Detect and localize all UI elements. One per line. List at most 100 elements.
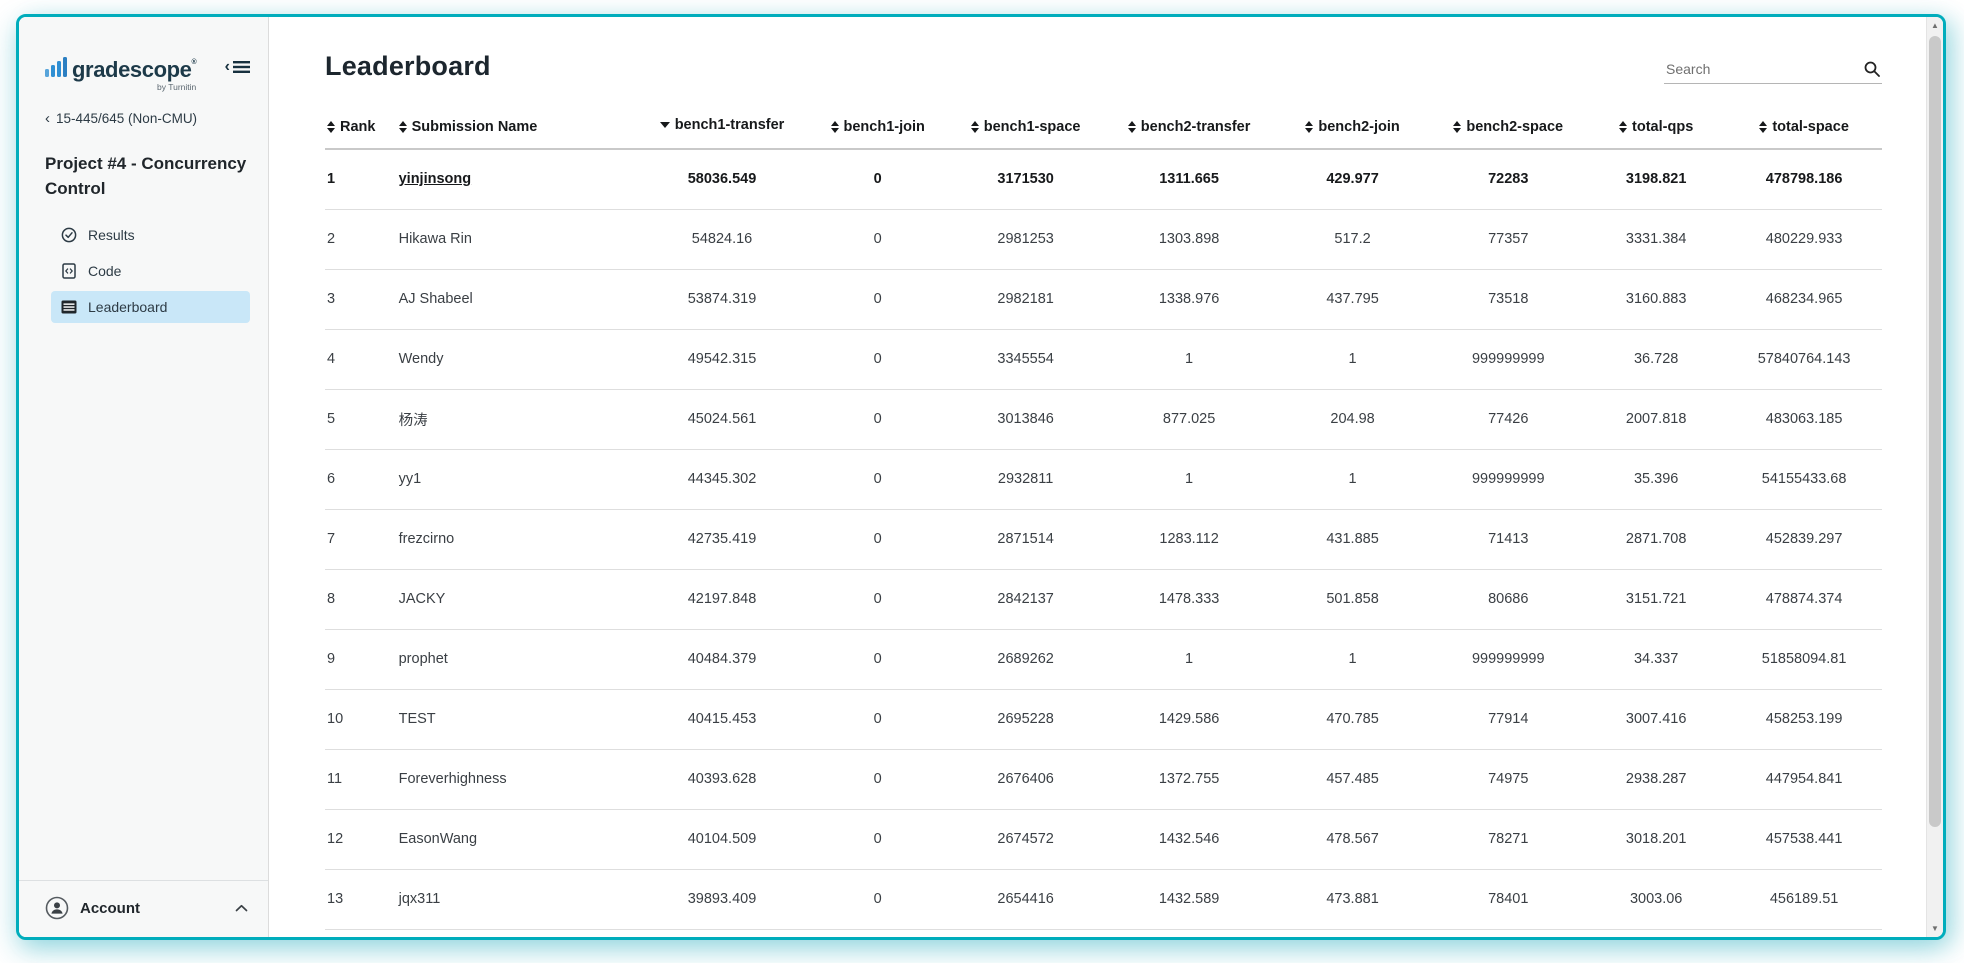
column-header-submission_name[interactable]: Submission Name: [397, 108, 637, 149]
bench2_transfer-cell: 1: [1103, 629, 1274, 689]
bench2_transfer-cell: 1311.665: [1103, 149, 1274, 209]
total_qps-cell: 2938.287: [1586, 749, 1726, 809]
sidebar-item-label: Results: [88, 227, 135, 243]
rank-cell: 9: [325, 629, 397, 689]
bench2_space-cell: 77914: [1430, 689, 1586, 749]
bar-chart-logo-icon: [45, 57, 67, 81]
table-icon: [61, 299, 77, 315]
column-header-rank[interactable]: Rank: [325, 108, 397, 149]
sidebar-item-leaderboard[interactable]: Leaderboard: [51, 291, 250, 323]
scroll-down-arrow-icon[interactable]: ▼: [1927, 920, 1943, 937]
bench2_transfer-cell: 1372.755: [1103, 749, 1274, 809]
bench2_space-cell: 77426: [1430, 389, 1586, 449]
column-header-bench1_transfer[interactable]: bench1-transfer: [636, 108, 807, 149]
rank-cell: 12: [325, 809, 397, 869]
rank-cell: 1: [325, 149, 397, 209]
account-label: Account: [80, 900, 224, 917]
search-icon[interactable]: [1864, 61, 1880, 77]
rank-cell: 13: [325, 869, 397, 929]
table-row: 13jqx31139893.409026544161432.589473.881…: [325, 869, 1882, 929]
total_space-cell: 51858094.81: [1726, 629, 1882, 689]
total_qps-cell: 2871.708: [1586, 509, 1726, 569]
table-row: 9prophet40484.379026892621199999999934.3…: [325, 629, 1882, 689]
bench2_join-cell: 437.795: [1275, 269, 1431, 329]
table-row: 2Hikawa Rin54824.16029812531303.898517.2…: [325, 209, 1882, 269]
column-label: bench2-transfer: [1141, 119, 1251, 135]
total_qps-cell: 36.728: [1586, 329, 1726, 389]
bench2_space-cell: 78271: [1430, 809, 1586, 869]
total_space-cell: 457538.441: [1726, 809, 1882, 869]
browser-window: gradescope® by Turnitin ‹ ‹ 15-445/645 (…: [16, 14, 1946, 940]
total_qps-cell: 35.396: [1586, 449, 1726, 509]
rank-cell: 2: [325, 209, 397, 269]
table-row: 6yy144345.302029328111199999999935.39654…: [325, 449, 1882, 509]
scroll-up-arrow-icon[interactable]: ▲: [1927, 17, 1943, 34]
total_space-cell: 468234.965: [1726, 269, 1882, 329]
bench2_join-cell: 429.977: [1275, 149, 1431, 209]
gradescope-logo[interactable]: gradescope® by Turnitin: [45, 57, 196, 81]
column-header-bench1_join[interactable]: bench1-join: [808, 108, 948, 149]
total_qps-cell: 34.337: [1586, 629, 1726, 689]
bench1_space-cell: 2654416: [948, 869, 1104, 929]
bench2_join-cell: 473.881: [1275, 869, 1431, 929]
sort-icon: [1305, 121, 1313, 133]
course-name: 15-445/645 (Non-CMU): [56, 111, 197, 126]
bench2_space-cell: 73518: [1430, 269, 1586, 329]
sidebar-collapse-button[interactable]: ‹: [225, 57, 250, 75]
column-label: bench2-space: [1466, 119, 1563, 135]
search-box: [1664, 57, 1882, 84]
bench1_space-cell: 2695228: [948, 689, 1104, 749]
column-label: total-space: [1772, 119, 1849, 135]
scrollbar-thumb[interactable]: [1929, 36, 1941, 827]
search-input[interactable]: [1664, 57, 1882, 84]
submission-name-cell: Wendy: [397, 329, 637, 389]
sort-icon: [1619, 121, 1627, 133]
vertical-scrollbar[interactable]: ▲ ▼: [1926, 17, 1943, 937]
bench1_space-cell: 3171530: [948, 149, 1104, 209]
sort-icon: [1759, 121, 1767, 133]
bench1_join-cell: 0: [808, 869, 948, 929]
chevron-up-icon: [235, 904, 248, 912]
breadcrumb-course-link[interactable]: ‹ 15-445/645 (Non-CMU): [45, 111, 250, 126]
total_space-cell: 452839.297: [1726, 509, 1882, 569]
total_space-cell: 483063.185: [1726, 389, 1882, 449]
bench1_transfer-cell: 39893.409: [636, 869, 807, 929]
chevron-left-icon: ‹: [45, 111, 50, 126]
account-menu[interactable]: Account: [19, 880, 268, 937]
account-person-icon: [45, 896, 69, 920]
registered-mark: ®: [192, 59, 197, 66]
column-label: Rank: [340, 119, 375, 135]
bench1_transfer-cell: 40415.453: [636, 689, 807, 749]
column-header-bench2_space[interactable]: bench2-space: [1430, 108, 1586, 149]
bench1_space-cell: 2674572: [948, 809, 1104, 869]
column-header-total_qps[interactable]: total-qps: [1586, 108, 1726, 149]
total_space-cell: 456189.51: [1726, 869, 1882, 929]
submission-name-link[interactable]: yinjinsong: [399, 171, 472, 187]
bench1_space-cell: 2676406: [948, 749, 1104, 809]
bench2_space-cell: 78401: [1430, 869, 1586, 929]
column-header-total_space[interactable]: total-space: [1726, 108, 1882, 149]
column-header-bench2_transfer[interactable]: bench2-transfer: [1103, 108, 1274, 149]
bench2_space-cell: 77357: [1430, 209, 1586, 269]
column-label: total-qps: [1632, 119, 1693, 135]
sidebar-item-code[interactable]: Code: [51, 255, 250, 287]
chevron-left-icon: ‹: [225, 59, 230, 75]
bench2_transfer-cell: 877.025: [1103, 389, 1274, 449]
table-row: 12EasonWang40104.509026745721432.546478.…: [325, 809, 1882, 869]
total_qps-cell: 2007.818: [1586, 389, 1726, 449]
sort-icon: [1453, 121, 1461, 133]
bench2_join-cell: 431.885: [1275, 509, 1431, 569]
column-header-bench2_join[interactable]: bench2-join: [1275, 108, 1431, 149]
leaderboard-table: RankSubmission Namebench1-transferbench1…: [325, 108, 1882, 930]
brand-name: gradescope®: [72, 59, 196, 81]
page-title: Leaderboard: [325, 51, 491, 82]
submission-name-cell: prophet: [397, 629, 637, 689]
sidebar-item-results[interactable]: Results: [51, 219, 250, 251]
column-header-bench1_space[interactable]: bench1-space: [948, 108, 1104, 149]
sort-icon: [831, 121, 839, 133]
submission-name-cell: JACKY: [397, 569, 637, 629]
submission-name-cell: jqx311: [397, 869, 637, 929]
total_space-cell: 478874.374: [1726, 569, 1882, 629]
submission-name-cell: 杨涛: [397, 389, 637, 449]
bench1_transfer-cell: 45024.561: [636, 389, 807, 449]
